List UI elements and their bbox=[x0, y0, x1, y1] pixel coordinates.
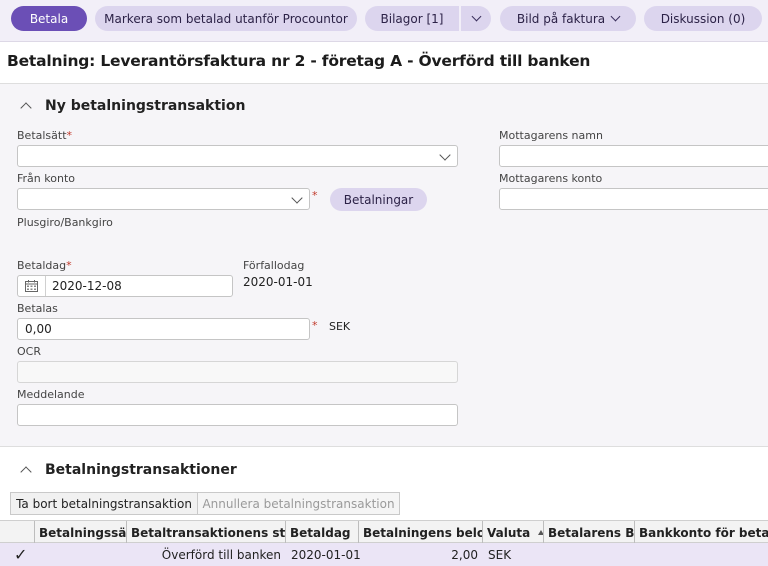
column-header[interactable]: Betalarens BIC bbox=[543, 521, 634, 544]
column-header[interactable]: Bankkonto för betalning bbox=[634, 521, 768, 544]
attachments-dropdown-button[interactable] bbox=[461, 6, 491, 31]
transactions-table-header: Betalningssätt Betaltransaktionens statu… bbox=[0, 520, 768, 544]
amount-input[interactable]: 0,00 bbox=[17, 318, 310, 340]
required-mark: * bbox=[312, 189, 318, 202]
cancel-transaction-button[interactable]: Annullera betalningstransaktion bbox=[198, 492, 400, 515]
invoice-image-label: Bild på faktura bbox=[516, 11, 606, 26]
new-transaction-title: Ny betalningstransaktion bbox=[45, 98, 246, 114]
cell-amount: 2,00 bbox=[451, 547, 478, 562]
page-title: Betalning: Leverantörsfaktura nr 2 - för… bbox=[7, 52, 591, 70]
transactions-title: Betalningstransaktioner bbox=[45, 462, 237, 478]
amount-value: 0,00 bbox=[25, 322, 52, 336]
invoice-image-button[interactable]: Bild på faktura bbox=[500, 6, 636, 31]
recipient-name-input[interactable] bbox=[499, 145, 768, 167]
attachments-button[interactable]: Bilagor [1] bbox=[365, 6, 459, 31]
recipient-name-label: Mottagarens namn bbox=[499, 129, 603, 142]
chevron-down-icon bbox=[439, 149, 451, 161]
chevron-down-icon bbox=[610, 11, 621, 22]
new-transaction-panel bbox=[0, 84, 768, 446]
calendar-icon[interactable] bbox=[18, 276, 46, 296]
column-header[interactable]: Betalningssätt bbox=[34, 521, 126, 544]
payment-method-label: Betalsätt* bbox=[17, 129, 73, 142]
collapse-icon[interactable] bbox=[20, 466, 32, 478]
payment-date-input[interactable]: 2020-12-08 bbox=[17, 275, 233, 297]
ocr-input[interactable] bbox=[17, 361, 458, 383]
betala-button[interactable]: Betala bbox=[11, 6, 87, 31]
column-header[interactable]: Betaldag bbox=[285, 521, 358, 544]
due-date-value: 2020-01-01 bbox=[243, 275, 313, 289]
amount-label: Betalas bbox=[17, 302, 58, 315]
section-divider bbox=[0, 446, 768, 447]
mark-paid-button[interactable]: Markera som betalad utanför Procountor bbox=[95, 6, 357, 31]
payments-button[interactable]: Betalningar bbox=[330, 188, 427, 211]
table-row[interactable]: ✓ Överförd till banken 2020-01-01 2,00 S… bbox=[0, 543, 768, 566]
chevron-down-icon bbox=[471, 11, 481, 22]
column-header[interactable]: Betalningens belopp bbox=[358, 521, 482, 544]
cell-bic bbox=[543, 543, 634, 566]
payment-date-label: Betaldag* bbox=[17, 259, 72, 272]
ocr-label: OCR bbox=[17, 345, 41, 358]
check-icon[interactable]: ✓ bbox=[10, 543, 34, 566]
due-date-label: Förfallodag bbox=[243, 259, 305, 272]
cell-payment-method bbox=[34, 543, 126, 566]
payment-date-value: 2020-12-08 bbox=[52, 279, 122, 293]
payment-method-select[interactable] bbox=[17, 145, 458, 167]
recipient-account-input[interactable] bbox=[499, 188, 768, 210]
cell-payment-date: 2020-01-01 bbox=[291, 547, 361, 562]
delete-transaction-button[interactable]: Ta bort betalningstransaktion bbox=[10, 492, 198, 515]
plusgiro-label: Plusgiro/Bankgiro bbox=[17, 216, 113, 229]
cell-bank-account bbox=[634, 543, 768, 566]
currency-label: SEK bbox=[329, 320, 351, 333]
cell-status: Överförd till banken bbox=[161, 547, 281, 562]
cell-currency: SEK bbox=[488, 547, 512, 562]
message-label: Meddelande bbox=[17, 388, 85, 401]
from-account-select[interactable] bbox=[17, 188, 310, 210]
recipient-account-label: Mottagarens konto bbox=[499, 172, 603, 185]
column-header-label: Valuta bbox=[487, 525, 531, 540]
discussion-button[interactable]: Diskussion (0) bbox=[644, 6, 762, 31]
message-input[interactable] bbox=[17, 404, 458, 426]
column-header[interactable]: Betaltransaktionens status bbox=[126, 521, 285, 544]
action-toolbar: Betala Markera som betalad utanför Proco… bbox=[0, 0, 768, 42]
select-column-header[interactable] bbox=[0, 521, 34, 544]
chevron-down-icon bbox=[291, 192, 303, 204]
required-mark: * bbox=[312, 319, 318, 332]
column-header-valuta[interactable]: Valuta bbox=[482, 521, 543, 544]
from-account-label: Från konto bbox=[17, 172, 75, 185]
